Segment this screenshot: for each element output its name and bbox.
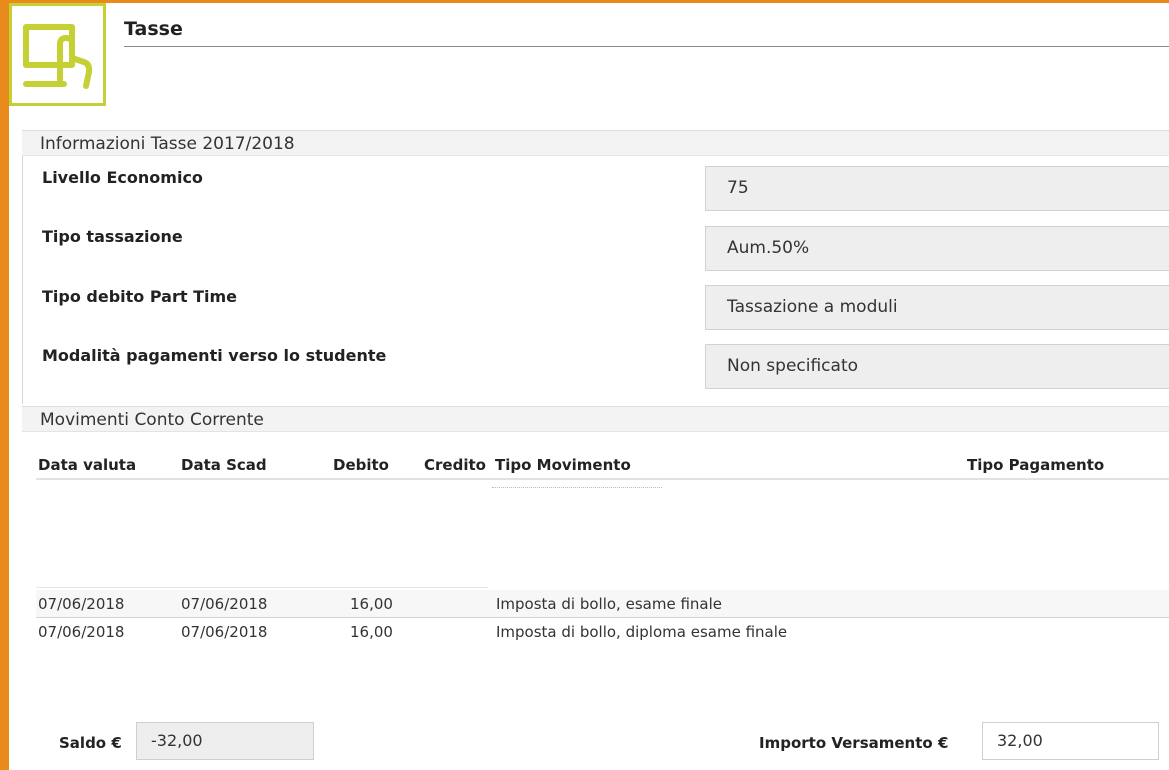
- saldo-label: Saldo €: [59, 734, 122, 752]
- cell-data-valuta: 07/06/2018: [38, 623, 125, 641]
- table-row[interactable]: 07/06/2018 07/06/2018 16,00 Imposta di b…: [36, 618, 1169, 645]
- cell-data-scad: 07/06/2018: [181, 595, 268, 613]
- tipo-tassazione-value: Aum.50%: [705, 226, 1169, 271]
- table-empty-area-divider: [36, 587, 488, 588]
- saldo-field: -32,00: [136, 722, 314, 760]
- table-row[interactable]: 07/06/2018 07/06/2018 16,00 Imposta di b…: [36, 590, 1169, 618]
- importo-versamento-input[interactable]: 32,00: [982, 722, 1159, 760]
- livello-economico-value: 75: [705, 166, 1169, 211]
- table-header-divider: [36, 478, 1169, 480]
- cell-data-scad: 07/06/2018: [181, 623, 268, 641]
- movements-section-header: Movimenti Conto Corrente: [22, 406, 1169, 432]
- column-header-data-scad[interactable]: Data Scad: [181, 456, 267, 474]
- modalita-pagamenti-label: Modalità pagamenti verso lo studente: [42, 346, 387, 365]
- page-title: Tasse: [124, 18, 183, 40]
- column-header-tipo-pagamento[interactable]: Tipo Pagamento: [967, 456, 1104, 474]
- importo-versamento-label: Importo Versamento €: [759, 734, 949, 752]
- window-frame-top: [0, 0, 1169, 3]
- tipo-debito-part-time-value: Tassazione a moduli: [705, 285, 1169, 330]
- column-header-data-valuta[interactable]: Data valuta: [38, 456, 136, 474]
- cell-debito: 16,00: [350, 623, 393, 641]
- column-header-debito[interactable]: Debito: [333, 456, 389, 474]
- cell-tipo-movimento: Imposta di bollo, diploma esame finale: [496, 623, 788, 641]
- modalita-pagamenti-value: Non specificato: [705, 344, 1169, 389]
- tipo-tassazione-label: Tipo tassazione: [42, 227, 183, 246]
- cell-debito: 16,00: [350, 595, 393, 613]
- info-section-header: Informazioni Tasse 2017/2018: [22, 130, 1169, 156]
- title-divider: [124, 46, 1169, 47]
- cell-data-valuta: 07/06/2018: [38, 595, 125, 613]
- column-header-tipo-movimento[interactable]: Tipo Movimento: [495, 456, 631, 474]
- table-scroll-artifact: [492, 487, 662, 490]
- info-section-border: [22, 156, 23, 404]
- tipo-debito-part-time-label: Tipo debito Part Time: [42, 287, 237, 306]
- touch-screen-icon: [23, 24, 93, 89]
- cell-tipo-movimento: Imposta di bollo, esame finale: [496, 595, 722, 613]
- livello-economico-label: Livello Economico: [42, 168, 203, 187]
- window-frame-left: [0, 0, 9, 770]
- tasse-logo: [9, 3, 106, 106]
- column-header-credito[interactable]: Credito: [424, 456, 486, 474]
